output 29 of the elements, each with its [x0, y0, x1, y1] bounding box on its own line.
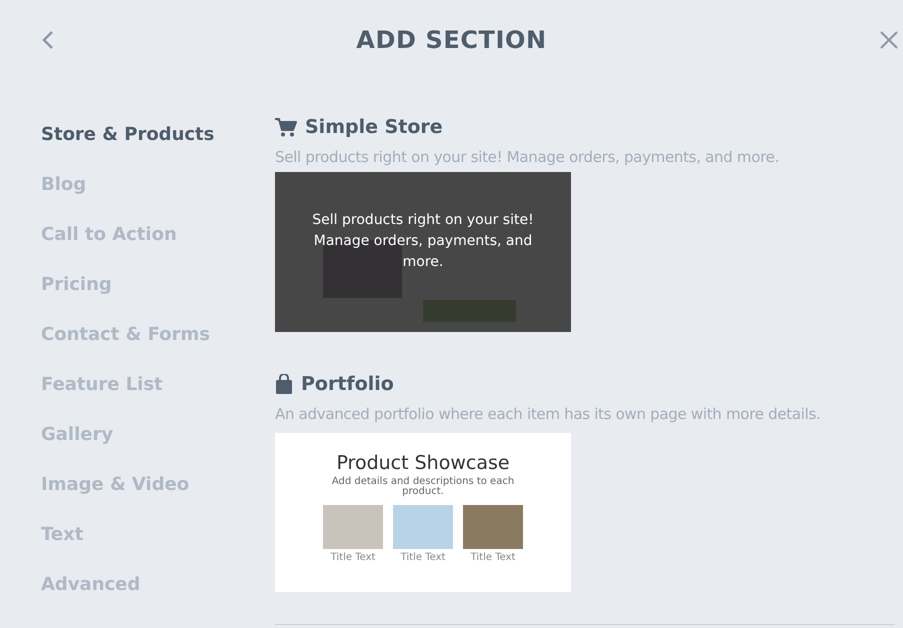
section-description: Sell products right on your site! Manage orders, payments, and more.	[275, 146, 780, 168]
category-item[interactable]: Contact & Forms	[41, 310, 210, 360]
shopping-bag-icon	[275, 374, 293, 394]
cart-icon	[275, 118, 297, 137]
category-item[interactable]: Gallery	[41, 410, 114, 460]
portfolio-preview-card[interactable]: Product Showcase Add details and descriptions to each product. Title Text Title Text Title Text	[275, 433, 571, 592]
category-item[interactable]: Advanced	[41, 560, 140, 610]
category-item[interactable]: Call to Action	[41, 210, 177, 260]
overlay-description: Sell products right on your site! Manage orders, payments, and more.	[311, 210, 535, 272]
category-item[interactable]: Feature List	[41, 360, 163, 410]
section-description: An advanced portfolio where each item has its own page with more details.	[275, 404, 822, 424]
section-title: Portfolio	[301, 372, 394, 397]
category-item[interactable]: Text	[41, 510, 84, 560]
item-title: Title Text	[400, 551, 446, 565]
category-item[interactable]: Store & Products	[41, 110, 214, 160]
photo-placeholder	[393, 505, 453, 549]
dialog-title: ADD SECTION	[356, 25, 547, 56]
photo-placeholder	[323, 505, 383, 549]
section-title: Simple Store	[305, 115, 443, 140]
preview-subheading: Add details and descriptions to each product.	[330, 477, 516, 497]
item-title: Title Text	[330, 551, 376, 565]
item-title: Title Text	[470, 551, 516, 565]
category-item[interactable]: Image & Video	[41, 460, 190, 510]
photo-placeholder	[463, 505, 523, 549]
preview-heading: Product Showcase	[336, 451, 510, 475]
category-item[interactable]: Pricing	[41, 260, 112, 310]
close-button[interactable]	[878, 29, 900, 51]
category-item[interactable]: Blog	[41, 160, 86, 210]
store-preview-card[interactable]: Sell products right on your site! Manage orders, payments, and more.	[275, 172, 571, 332]
